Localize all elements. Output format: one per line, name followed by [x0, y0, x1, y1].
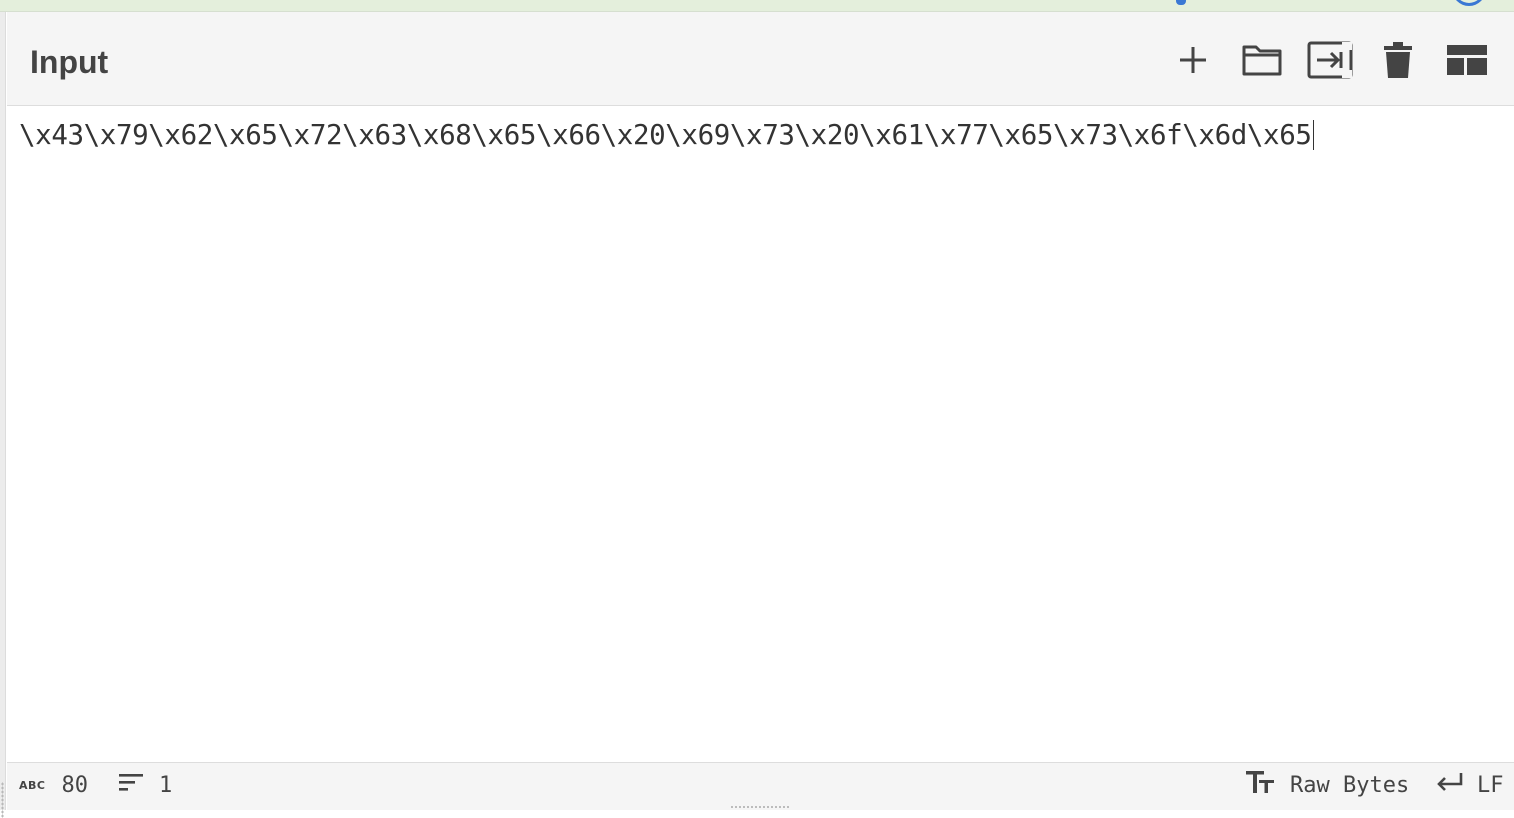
abc-icon: ABC	[19, 778, 46, 792]
eol-selector[interactable]: LF	[1435, 763, 1504, 807]
lines-icon	[119, 771, 143, 799]
input-text-line[interactable]: \x43\x79\x62\x65\x72\x63\x68\x65\x66\x20…	[19, 119, 1314, 151]
add-input-button[interactable]	[1171, 40, 1215, 80]
clear-input-button[interactable]	[1376, 40, 1420, 80]
blue-circle-icon[interactable]	[1452, 0, 1486, 6]
return-arrow-icon	[1435, 772, 1463, 798]
input-status-bar: ABC 80 1 Raw Bytes LF	[7, 762, 1514, 810]
encoding-value[interactable]: Raw Bytes	[1290, 773, 1409, 798]
open-file-button[interactable]	[1307, 40, 1353, 80]
panel-title: Input	[30, 44, 109, 80]
line-count-status: 1	[119, 763, 172, 807]
open-folder-button[interactable]	[1240, 40, 1284, 80]
trash-icon	[1383, 41, 1413, 79]
char-count-status: ABC 80	[19, 763, 88, 807]
input-editor[interactable]: \x43\x79\x62\x65\x72\x63\x68\x65\x66\x20…	[7, 107, 1514, 762]
text-size-icon	[1246, 771, 1274, 799]
top-strip	[0, 0, 1514, 12]
resize-grip-icon[interactable]	[730, 805, 790, 809]
layout-icon	[1447, 45, 1487, 75]
encoding-selector[interactable]: Raw Bytes	[1246, 763, 1409, 807]
eol-value[interactable]: LF	[1477, 773, 1504, 798]
text-cursor	[1312, 120, 1314, 150]
input-content[interactable]: \x43\x79\x62\x65\x72\x63\x68\x65\x66\x20…	[19, 119, 1312, 151]
reset-layout-button[interactable]	[1445, 40, 1489, 80]
input-arrow-icon	[1307, 41, 1353, 79]
plus-icon	[1177, 44, 1209, 76]
blue-indicator-icon	[1176, 0, 1186, 5]
line-count-value: 1	[159, 772, 173, 798]
drag-handle-icon[interactable]	[1, 782, 4, 818]
input-panel-header: Input	[7, 12, 1514, 106]
char-count-value: 80	[61, 772, 88, 798]
pane-divider[interactable]	[0, 12, 6, 818]
folder-icon	[1241, 43, 1283, 77]
